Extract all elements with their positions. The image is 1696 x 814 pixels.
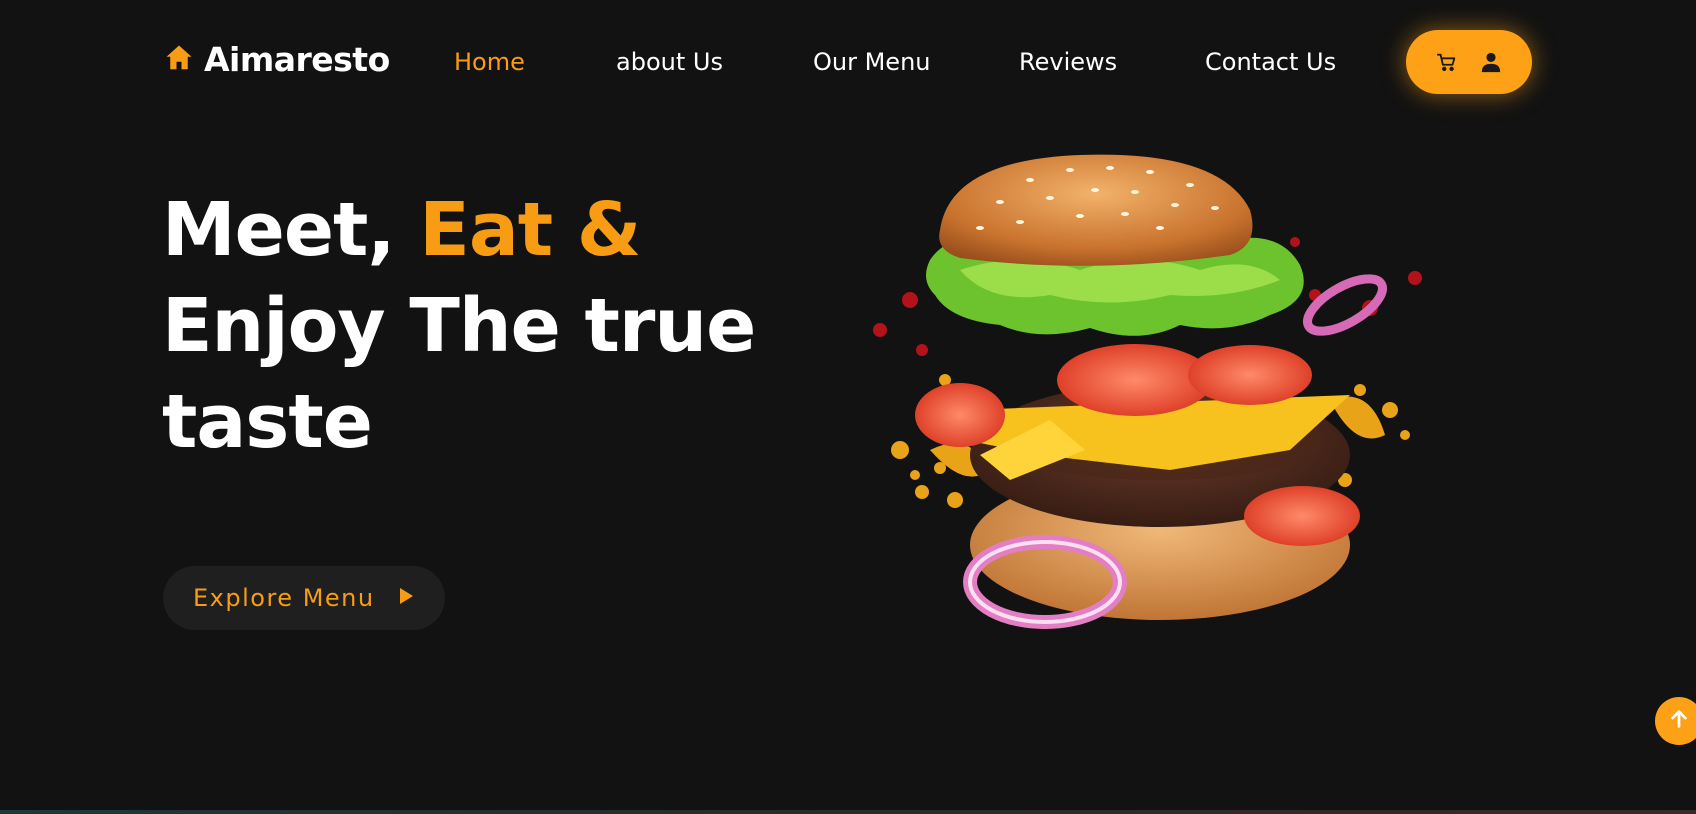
nav-link-home[interactable]: Home (454, 48, 525, 76)
hero-title: Meet, Eat & Enjoy The true taste (162, 182, 802, 470)
hero-title-accent: Eat & (419, 187, 641, 273)
section-divider (0, 810, 1696, 814)
home-icon (164, 43, 194, 77)
arrow-up-icon (1668, 708, 1690, 734)
brand-name: Aimaresto (204, 40, 390, 79)
explore-menu-label: Explore Menu (193, 584, 375, 612)
nav-actions (1406, 30, 1532, 94)
nav-link-our-menu[interactable]: Our Menu (813, 48, 931, 76)
nav-link-reviews[interactable]: Reviews (1019, 48, 1117, 76)
logo[interactable]: Aimaresto (164, 40, 390, 79)
cart-icon[interactable] (1436, 51, 1458, 73)
explore-menu-button[interactable]: Explore Menu (163, 566, 445, 630)
burger-image (870, 150, 1470, 650)
hero-title-line2: Enjoy The true (162, 283, 756, 369)
hero-title-line1: Meet, (162, 187, 420, 273)
user-icon[interactable] (1480, 51, 1502, 73)
nav-link-about-us[interactable]: about Us (616, 48, 723, 76)
scroll-top-button[interactable] (1655, 697, 1696, 745)
play-icon (397, 586, 415, 610)
navbar: Aimaresto Home about Us Our Menu Reviews… (0, 0, 1696, 130)
hero-title-line3: taste (162, 379, 373, 465)
nav-link-contact-us[interactable]: Contact Us (1205, 48, 1336, 76)
